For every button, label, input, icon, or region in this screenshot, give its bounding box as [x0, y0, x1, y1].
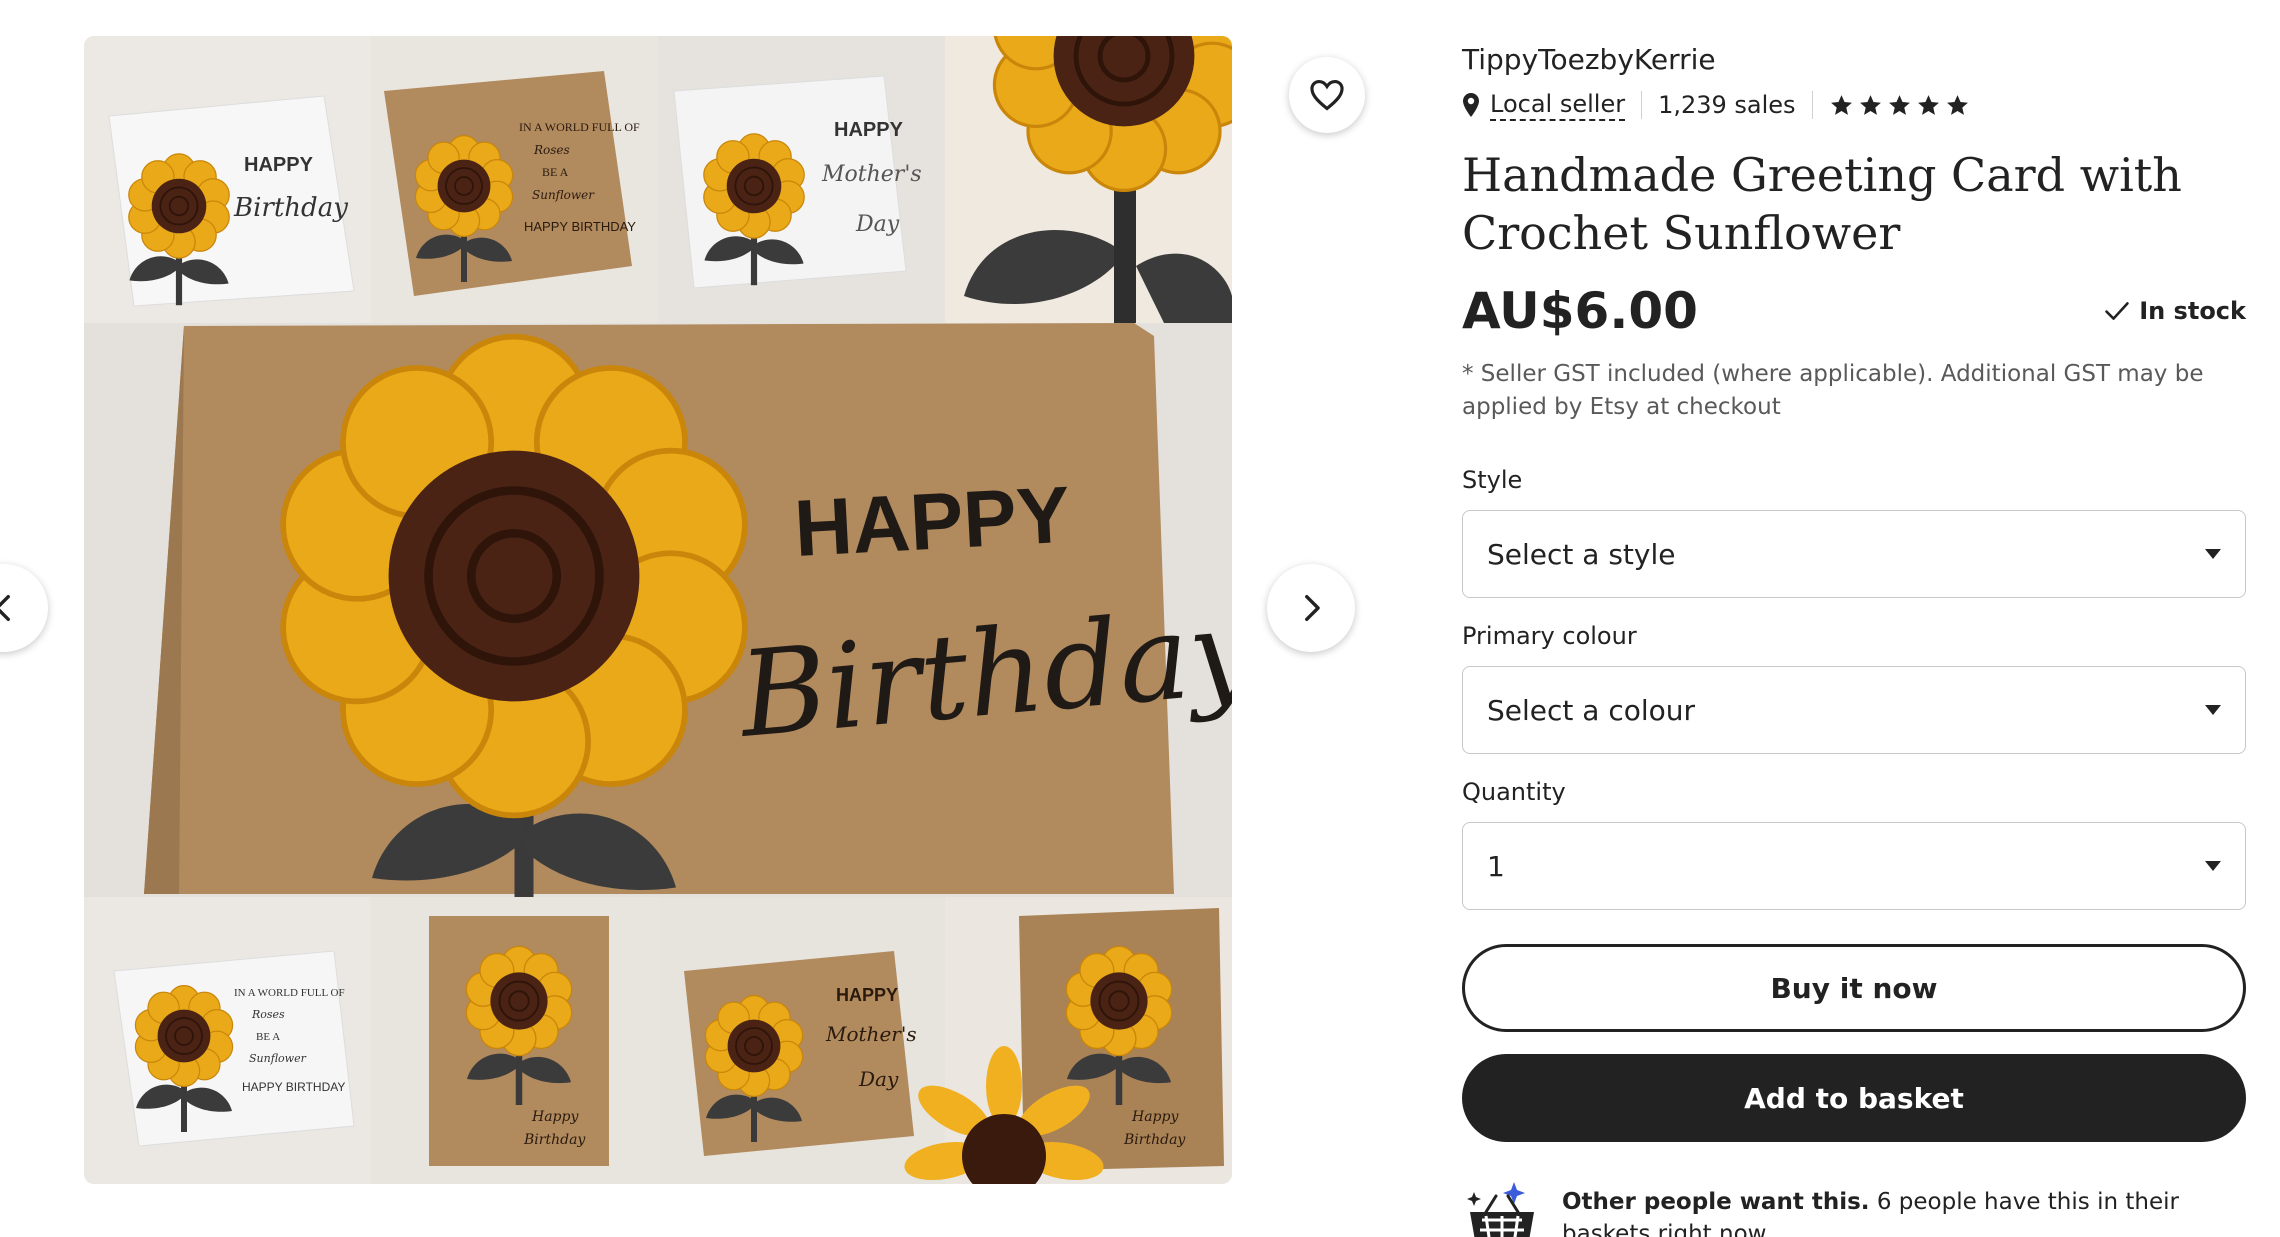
thumb-text-mothers: Mother's	[825, 1022, 917, 1046]
gst-note: * Seller GST included (where applicable)…	[1462, 361, 2204, 420]
quantity-label: Quantity	[1462, 778, 1566, 806]
thumb-text-line2: Roses	[251, 1008, 285, 1021]
thumbnail-world-of-roses: IN A WORLD FULL OF Roses BE A Sunflower …	[384, 71, 640, 296]
location-pin-icon	[1462, 92, 1480, 118]
previous-image-button[interactable]	[0, 564, 48, 652]
quantity-select-value: 1	[1487, 849, 1505, 883]
star-icon	[1917, 94, 1939, 115]
thumbnail-world-of-roses-white: IN A WORLD FULL OF Roses BE A Sunflower …	[113, 950, 355, 1147]
star-icon	[1830, 94, 1852, 115]
star-icon	[1946, 94, 1968, 115]
thumbnail-mothers-day-kraft: HAPPY Mother's Day	[684, 951, 917, 1156]
thumb-text-day: Day	[858, 1067, 899, 1091]
thumb-text-birthday: Birthday	[233, 193, 348, 223]
quantity-select[interactable]: 1	[1462, 822, 2246, 910]
shop-name-link[interactable]: TippyToezbyKerrie	[1462, 36, 2246, 84]
demand-text: Other people want this. 6 people have th…	[1562, 1178, 2246, 1237]
star-icon	[1888, 94, 1910, 115]
thumb-text-line5: HAPPY BIRTHDAY	[524, 219, 636, 234]
star-icon	[1859, 94, 1881, 115]
sales-count: 1,239 sales	[1658, 91, 1796, 119]
product-image-gallery[interactable]: HAPPY Birthday IN A WORLD FULL OF Roses …	[84, 36, 1232, 1184]
thumb-text-line5: HAPPY BIRTHDAY	[242, 1080, 345, 1094]
thumbnail-birthday-white: HAPPY Birthday	[108, 95, 355, 307]
colour-select-value: Select a colour	[1487, 693, 1696, 727]
style-select-value: Select a style	[1487, 537, 1676, 571]
demand-text-bold: Other people want this.	[1562, 1189, 1870, 1215]
listing-details-panel: TippyToezbyKerrie Local seller 1,239 sal…	[1462, 36, 2246, 1237]
divider	[1641, 91, 1643, 119]
thumbnail-portrait-birthday: Happy Birthday	[429, 916, 609, 1166]
basket-sparkle-icon	[1467, 1182, 1534, 1237]
add-to-basket-button[interactable]: Add to basket	[1462, 1054, 2246, 1142]
shop-meta-row: Local seller 1,239 sales	[1462, 84, 2246, 126]
product-collage-image: HAPPY Birthday IN A WORLD FULL OF Roses …	[84, 36, 1232, 1184]
thumb-text-line3: BE A	[542, 165, 569, 179]
style-label: Style	[1462, 466, 1523, 494]
stock-status: In stock	[2103, 297, 2246, 325]
divider	[1811, 91, 1813, 119]
thumb-text-line4: Sunflower	[249, 1052, 307, 1065]
thumb-text-birthday: Birthday	[523, 1132, 586, 1148]
thumb-text-line1: IN A WORLD FULL OF	[234, 987, 345, 999]
listing-title: Handmade Greeting Card with Crochet Sunf…	[1462, 148, 2182, 260]
price-row: AU$6.00 In stock	[1462, 282, 2246, 340]
caret-down-icon	[2205, 549, 2221, 559]
thumb-text-happy: HAPPY	[244, 154, 314, 176]
demand-notice: Other people want this. 6 people have th…	[1462, 1178, 2246, 1237]
caret-down-icon	[2205, 861, 2221, 871]
caret-down-icon	[2205, 705, 2221, 715]
main-card-happy: HAPPY	[792, 470, 1072, 573]
chevron-right-icon	[1305, 594, 1320, 622]
star-rating[interactable]	[1829, 93, 1970, 118]
thumb-text-happy: HAPPY	[834, 119, 904, 141]
thumb-text-line4: Sunflower	[532, 188, 595, 202]
thumb-text-happy: Happy	[1131, 1109, 1179, 1125]
buy-it-now-button[interactable]: Buy it now	[1462, 944, 2246, 1032]
thumb-text-happy: Happy	[531, 1109, 579, 1125]
colour-label: Primary colour	[1462, 622, 1637, 650]
favorite-button[interactable]	[1289, 57, 1365, 133]
heart-icon	[1310, 79, 1344, 111]
local-seller-link[interactable]: Local seller	[1490, 90, 1626, 121]
main-product-photo: HAPPY Birthday	[144, 323, 1232, 954]
next-image-button[interactable]	[1267, 564, 1355, 652]
thumb-text-mothers: Mother's	[821, 162, 922, 187]
thumb-text-line2: Roses	[533, 143, 570, 157]
thumb-text-happy: HAPPY	[836, 985, 898, 1005]
thumbnail-mothers-day-white: HAPPY Mother's Day	[673, 75, 922, 289]
checkmark-icon	[2105, 302, 2129, 320]
thumb-text-birthday: Birthday	[1123, 1132, 1186, 1148]
chevron-left-icon	[0, 594, 10, 622]
stock-label: In stock	[2139, 297, 2246, 325]
style-select[interactable]: Select a style	[1462, 510, 2246, 598]
thumb-text-day: Day	[855, 212, 900, 237]
thumb-text-line1: IN A WORLD FULL OF	[519, 120, 640, 134]
thumb-text-line3: BE A	[256, 1031, 280, 1043]
price: AU$6.00	[1462, 282, 1698, 340]
colour-select[interactable]: Select a colour	[1462, 666, 2246, 754]
